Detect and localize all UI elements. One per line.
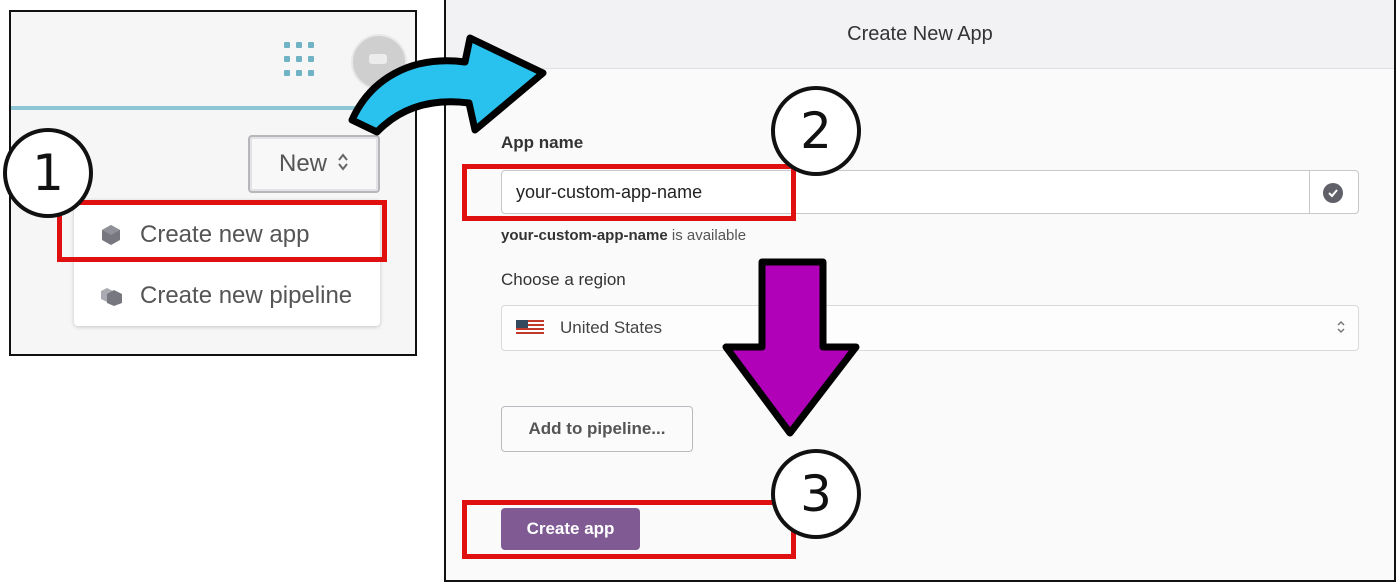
step-3-marker: 3 xyxy=(771,449,861,539)
us-flag-icon xyxy=(516,320,544,336)
menu-item-label: Create new pipeline xyxy=(140,282,353,309)
page-title: Create New App xyxy=(446,0,1394,69)
check-circle-icon xyxy=(1323,183,1343,203)
highlight-create-new-app xyxy=(57,200,387,262)
pipeline-cubes-icon xyxy=(100,285,122,307)
highlight-create-app-button xyxy=(462,500,796,559)
apps-grid-icon[interactable] xyxy=(284,42,320,78)
add-to-pipeline-button[interactable]: Add to pipeline... xyxy=(501,406,693,452)
chevron-up-down-icon xyxy=(337,152,349,177)
header-accent-line xyxy=(11,106,415,110)
chevron-up-down-icon xyxy=(1336,319,1346,338)
step-2-marker: 2 xyxy=(771,86,861,176)
highlight-app-name-input xyxy=(462,164,796,221)
avatar[interactable] xyxy=(351,34,407,90)
availability-message: your-custom-app-name is available xyxy=(501,227,746,244)
region-value: United States xyxy=(560,318,663,337)
menu-item-create-new-pipeline[interactable]: Create new pipeline xyxy=(74,266,380,326)
step-1-marker: 1 xyxy=(3,128,93,218)
new-button[interactable]: New xyxy=(248,135,380,193)
app-name-label: App name xyxy=(501,133,584,152)
new-button-label: New xyxy=(278,150,327,177)
region-select[interactable]: United States xyxy=(501,305,1359,351)
create-new-app-panel: Create New App App name your-custom-app-… xyxy=(444,0,1396,582)
availability-app-name: your-custom-app-name xyxy=(501,227,668,244)
region-label: Choose a region xyxy=(501,270,626,289)
availability-suffix: is available xyxy=(667,227,747,244)
